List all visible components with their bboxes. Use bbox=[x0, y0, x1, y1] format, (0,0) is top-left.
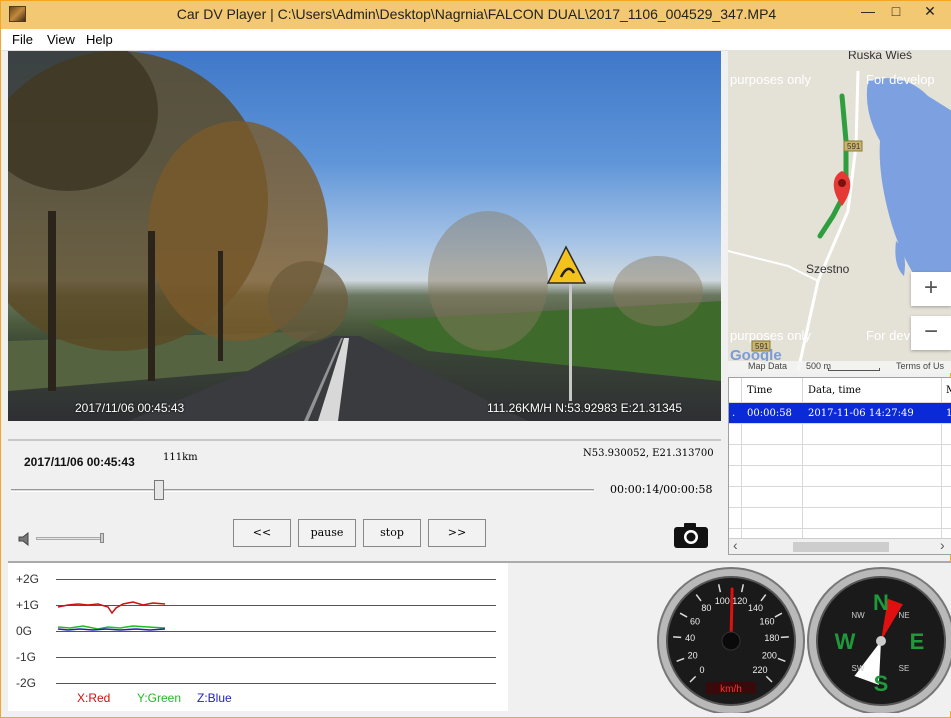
speed-tick-label: 20 bbox=[688, 650, 698, 660]
compass-e: E bbox=[910, 629, 925, 654]
playback-panel: 2017/11/06 00:45:43 111km N53.930052, E2… bbox=[8, 439, 721, 553]
compass-nw: NW bbox=[851, 611, 865, 620]
speed-tick-label: 180 bbox=[764, 633, 779, 643]
map-watermark-2: For develop bbox=[866, 72, 935, 87]
video-frame[interactable]: 2017/11/06 00:45:43 111.26KM/H N:53.9298… bbox=[8, 51, 721, 421]
seek-thumb[interactable] bbox=[154, 480, 165, 500]
speed-tick-label: 220 bbox=[752, 665, 767, 675]
maximize-button[interactable]: □ bbox=[882, 1, 910, 23]
menu-file[interactable]: File bbox=[12, 32, 33, 47]
table-row[interactable]: . 00:00:58 2017-11-06 14:27:49 1 bbox=[729, 403, 951, 423]
speed-tick-label: 80 bbox=[701, 603, 711, 613]
map-place-szestno: Szestno bbox=[806, 262, 850, 276]
menu-help[interactable]: Help bbox=[86, 32, 113, 47]
compass-ne: NE bbox=[898, 611, 909, 620]
speedometer: 020 40 6080 100 120140 160 180 200 220 km/h bbox=[657, 567, 805, 713]
scroll-left-icon[interactable]: ‹ bbox=[733, 537, 738, 553]
legend-y: Y:Green bbox=[137, 691, 182, 705]
speed-tick bbox=[673, 636, 682, 639]
table-header-datetime[interactable]: Data, time bbox=[808, 385, 861, 396]
compass-w: W bbox=[835, 629, 856, 654]
scroll-thumb[interactable] bbox=[793, 542, 889, 552]
table-cell-index: . bbox=[732, 408, 736, 419]
next-button[interactable]: >> bbox=[428, 519, 486, 547]
g-sensor-panel: +2G +1G 0G -1G -2G X:Red Y:Green Z:Blue bbox=[8, 561, 508, 711]
map-footer: Map Data 500 m Terms of Us bbox=[728, 361, 951, 373]
camera-snapshot-icon[interactable] bbox=[673, 521, 709, 549]
compass: N S E W NW NE SW SE bbox=[807, 567, 951, 713]
volume-icon[interactable] bbox=[18, 531, 32, 547]
menu-bar: File View Help bbox=[1, 29, 951, 51]
map-terms-link[interactable]: Terms of Us bbox=[896, 361, 944, 371]
map-watermark-3: purposes only bbox=[730, 328, 811, 343]
legend-x: X:Red bbox=[77, 691, 111, 705]
legend-z: Z:Blue bbox=[197, 691, 232, 705]
map-data-label: Map Data bbox=[748, 361, 788, 371]
map-road-shield-1: 591 bbox=[847, 142, 861, 151]
speed-tick-label: 0 bbox=[700, 665, 705, 675]
compass-n: N bbox=[873, 590, 889, 615]
table-horizontal-scrollbar[interactable]: ‹ › bbox=[729, 537, 951, 554]
map-zoom-out-button[interactable]: − bbox=[911, 316, 951, 350]
compass-sw: SW bbox=[852, 664, 865, 673]
map-scale-bar bbox=[828, 368, 880, 371]
table-cell-m: 1 bbox=[946, 408, 951, 419]
video-osd-date: 2017/11/06 00:45:43 bbox=[75, 401, 185, 415]
gauges-panel: 0 20 40 60 80 100 120 140 160 180 200 220 km/h N S … bbox=[508, 561, 951, 713]
stop-button[interactable]: stop bbox=[363, 519, 421, 547]
speed-tick-label: 60 bbox=[690, 616, 700, 626]
map-zoom-in-button[interactable]: + bbox=[911, 272, 951, 306]
video-osd-gps: 111.26KM/H N:53.92983 E:21.31345 bbox=[487, 401, 683, 415]
previous-button[interactable]: << bbox=[233, 519, 291, 547]
scroll-right-icon[interactable]: › bbox=[940, 537, 945, 553]
app-window: Car DV Player | C:\Users\Admin\Desktop\N… bbox=[0, 0, 951, 718]
speed-tick-label: 200 bbox=[762, 650, 777, 660]
playback-time: 00:00:14/00:00:58 bbox=[610, 483, 713, 496]
gauges-graphics: 020 40 6080 100 120140 160 180 200 220 km/h N S … bbox=[657, 567, 951, 713]
compass-se: SE bbox=[899, 664, 910, 673]
map-place-ruska: Ruska Wieś bbox=[848, 51, 913, 62]
speed-unit: km/h bbox=[720, 684, 742, 695]
close-button[interactable]: ✕ bbox=[916, 1, 944, 23]
minimize-button[interactable]: — bbox=[854, 1, 882, 23]
table-header-m[interactable]: M bbox=[946, 385, 951, 396]
track-table: Time Data, time M . 00:00:58 2017-11-06 … bbox=[728, 377, 951, 555]
map-watermark-4: For dev bbox=[866, 328, 911, 343]
speed-tick-label: 160 bbox=[759, 616, 774, 626]
playback-date: 2017/11/06 00:45:43 bbox=[24, 455, 135, 469]
video-scene bbox=[8, 51, 721, 421]
speed-tick-label: 40 bbox=[685, 633, 695, 643]
table-cell-datetime: 2017-11-06 14:27:49 bbox=[808, 408, 914, 419]
volume-thumb[interactable] bbox=[100, 533, 104, 543]
speed-tick-label: 140 bbox=[748, 603, 763, 613]
pause-button[interactable]: pause bbox=[298, 519, 356, 547]
playback-coordinates: N53.930052, E21.313700 bbox=[583, 448, 714, 459]
speed-tick bbox=[780, 636, 789, 639]
seek-track[interactable] bbox=[11, 489, 594, 492]
playback-distance: 111km bbox=[163, 452, 198, 463]
table-cell-time: 00:00:58 bbox=[747, 408, 792, 419]
window-title: Car DV Player | C:\Users\Admin\Desktop\N… bbox=[176, 6, 777, 22]
compass-s: S bbox=[874, 671, 889, 696]
title-bar: Car DV Player | C:\Users\Admin\Desktop\N… bbox=[1, 1, 951, 29]
table-header-time[interactable]: Time bbox=[747, 385, 772, 396]
speed-tick-label: 100 bbox=[715, 596, 730, 606]
volume-slider[interactable] bbox=[36, 537, 104, 540]
map-watermark-1: purposes only bbox=[730, 72, 811, 87]
menu-view[interactable]: View bbox=[47, 32, 75, 47]
map-panel[interactable]: Ruska Wieś purposes only For develop 591… bbox=[728, 51, 951, 373]
speed-tick-label: 120 bbox=[732, 596, 747, 606]
